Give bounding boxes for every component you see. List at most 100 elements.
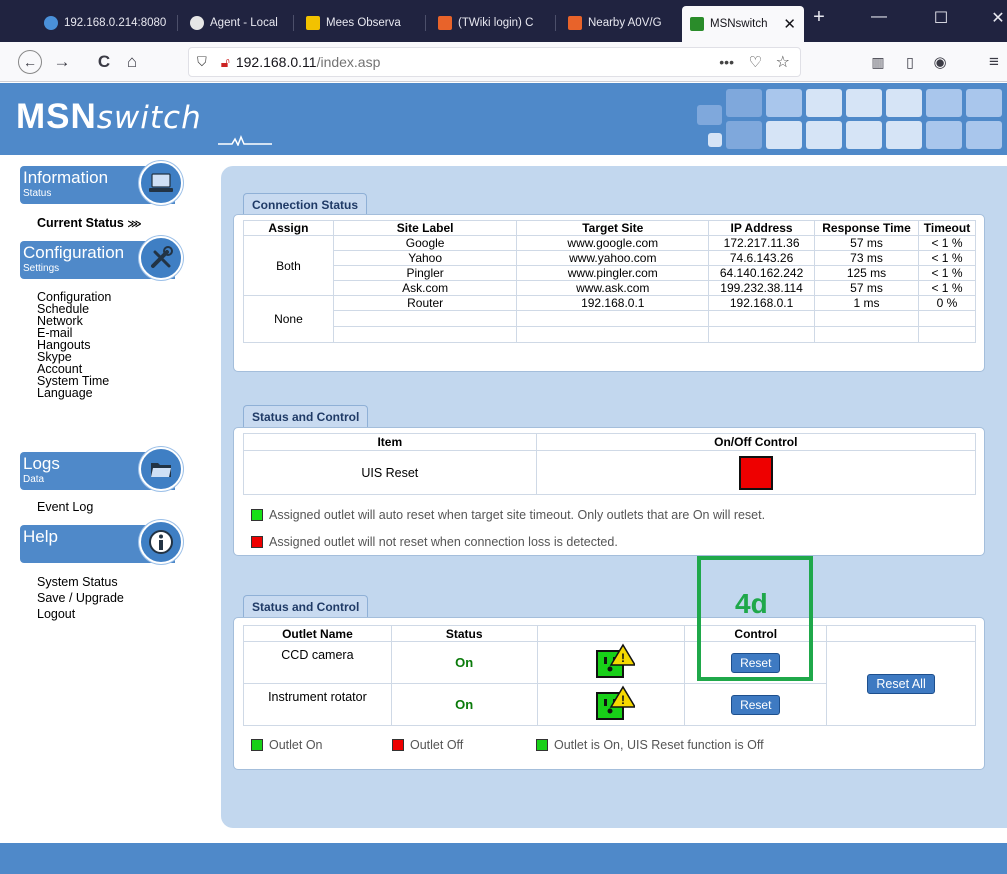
tab-favicon-icon	[568, 16, 582, 30]
reload-icon[interactable]: C	[92, 50, 116, 74]
tab-favicon-icon	[438, 16, 452, 30]
sidebar-icon[interactable]: ▯	[898, 50, 922, 74]
sidebar-link-event-log[interactable]: Event Log	[37, 501, 93, 514]
minimize-icon[interactable]: —	[856, 8, 902, 26]
laptop-icon	[139, 161, 183, 205]
col-timeout: Timeout	[917, 220, 977, 236]
shield-icon[interactable]: ⛉	[197, 54, 207, 70]
outlet-table: Outlet Name Status Control CCD camera On…	[243, 625, 976, 726]
tab-label: Nearby A0V/G	[588, 17, 662, 29]
reset-button-instrument-rotator[interactable]: Reset	[731, 694, 781, 715]
outlet-status: On	[390, 641, 538, 684]
outlet-status-control-panel: Outlet Name Status Control CCD camera On…	[233, 617, 985, 770]
more-icon[interactable]: •••	[719, 54, 734, 70]
uis-reset-label: UIS Reset	[243, 450, 537, 495]
account-icon[interactable]: ◉	[928, 50, 952, 74]
new-tab-icon[interactable]: +	[796, 6, 842, 29]
svg-text:!: !	[621, 651, 625, 665]
col-onoff-control: On/Off Control	[535, 433, 977, 451]
tab-label: Agent - Local	[210, 17, 278, 29]
outlet-status-control-tab: Status and Control	[243, 595, 369, 617]
tab-label: 192.168.0.214:8080	[64, 17, 167, 29]
uis-table: Item On/Off Control UIS Reset	[243, 433, 977, 495]
green-square-icon	[251, 509, 263, 521]
page-header: MSNswitch	[0, 83, 1007, 155]
tab-label: (TWiki login) C	[458, 17, 534, 29]
browser-nav-bar: ← → C ⌂ ⛉ 🔓︎ 192.168.0.11/index.asp ••• …	[0, 42, 1007, 82]
sidebar-link-language[interactable]: Language	[37, 387, 93, 400]
browser-tab-5[interactable]: Nearby A0V/G	[560, 8, 678, 38]
browser-tab-2[interactable]: Agent - Local	[182, 8, 294, 38]
sidebar-section-information[interactable]: Information Status	[20, 161, 183, 205]
legend-red: Assigned outlet will not reset when conn…	[251, 535, 618, 549]
connection-table: Assign Site Label Target Site IP Address…	[243, 220, 977, 343]
legend-outlet-off: Outlet Off	[392, 738, 463, 752]
back-icon[interactable]: ←	[18, 50, 42, 74]
table-row	[244, 310, 977, 327]
maximize-icon[interactable]: ☐	[918, 8, 964, 28]
outlet-on-icon	[251, 739, 263, 751]
table-row	[244, 326, 977, 343]
tab-favicon-icon	[306, 16, 320, 30]
col-item: Item	[243, 433, 537, 451]
home-icon[interactable]: ⌂	[120, 50, 144, 74]
table-row: Pingler www.pingler.com 64.140.162.242 1…	[244, 265, 977, 281]
col-ip-address: IP Address	[708, 220, 816, 236]
sidebar-section-logs[interactable]: Logs Data	[20, 447, 183, 491]
col-assign: Assign	[243, 220, 334, 236]
svg-text:!: !	[621, 693, 625, 707]
logo-wave-line	[218, 134, 272, 146]
annotation-label: 4d	[735, 588, 768, 619]
outlet-row: CCD camera On ! Reset Reset All	[243, 641, 976, 726]
url-bar[interactable]: ⛉ 🔓︎ 192.168.0.11/index.asp ••• ♡ ☆	[188, 47, 801, 77]
legend-outlet-uis-off: Outlet is On, UIS Reset function is Off	[536, 738, 764, 752]
menu-icon[interactable]: ≡	[982, 50, 1006, 74]
connection-status-panel: Assign Site Label Target Site IP Address…	[233, 214, 985, 372]
tab-favicon-icon	[190, 16, 204, 30]
table-row: Ask.com www.ask.com 199.232.38.114 57 ms…	[244, 280, 977, 296]
browser-tab-1[interactable]: 192.168.0.214:8080	[36, 8, 178, 38]
uis-reset-toggle[interactable]	[738, 455, 773, 490]
tools-icon	[139, 236, 183, 280]
sidebar-section-configuration[interactable]: Configuration Settings	[20, 236, 183, 280]
page-footer	[0, 843, 1007, 874]
sidebar-link-save-upgrade[interactable]: Save / Upgrade	[37, 592, 124, 605]
annotation-box: 4d	[697, 556, 813, 681]
outlet-uis-off-small-icon	[536, 739, 548, 751]
sidebar-link-system-status[interactable]: System Status	[37, 576, 118, 589]
outlet-uis-off-icon: !	[595, 643, 637, 678]
col-response-time: Response Time	[814, 220, 919, 236]
forward-arrow-icon: ⋙	[127, 219, 142, 230]
outlet-off-icon	[392, 739, 404, 751]
browser-tab-active[interactable]: MSNswitch ✕	[682, 6, 804, 42]
assign-cell: None	[243, 295, 334, 343]
col-site-label: Site Label	[332, 220, 518, 236]
table-row: Yahoo www.yahoo.com 74.6.143.26 73 ms < …	[244, 250, 977, 266]
library-icon[interactable]: ▥	[866, 50, 890, 74]
info-icon	[139, 520, 183, 564]
pocket-icon[interactable]: ♡	[749, 53, 762, 71]
col-outlet-name: Outlet Name	[243, 625, 392, 642]
insecure-lock-icon[interactable]: 🔓︎	[221, 54, 230, 71]
sidebar-link-logout[interactable]: Logout	[37, 608, 75, 621]
outlet-name: CCD camera	[243, 641, 392, 684]
outlet-name: Instrument rotator	[243, 683, 392, 726]
tab-label: Mees Observa	[326, 17, 401, 29]
col-status: Status	[390, 625, 538, 642]
forward-icon[interactable]: →	[50, 50, 74, 74]
browser-tab-3[interactable]: Mees Observa	[298, 8, 426, 38]
sidebar-current-status[interactable]: Current Status ⋙	[37, 217, 142, 231]
outlet-status: On	[390, 683, 538, 726]
legend-green: Assigned outlet will auto reset when tar…	[251, 508, 765, 522]
reset-all-button[interactable]: Reset All	[867, 673, 935, 694]
sidebar-section-help[interactable]: Help	[20, 520, 183, 564]
uis-status-control-tab: Status and Control	[243, 405, 369, 427]
close-tab-icon[interactable]: ✕	[783, 15, 796, 33]
window-close-icon[interactable]: ✕	[975, 8, 1007, 28]
table-row: Both Google www.google.com 172.217.11.36…	[243, 235, 977, 296]
tab-favicon-icon	[690, 17, 704, 31]
tab-label: MSNswitch	[710, 18, 768, 30]
bookmark-star-icon[interactable]: ☆	[776, 52, 790, 72]
browser-tab-4[interactable]: (TWiki login) C	[430, 8, 556, 38]
outlet-uis-off-icon: !	[595, 685, 637, 720]
